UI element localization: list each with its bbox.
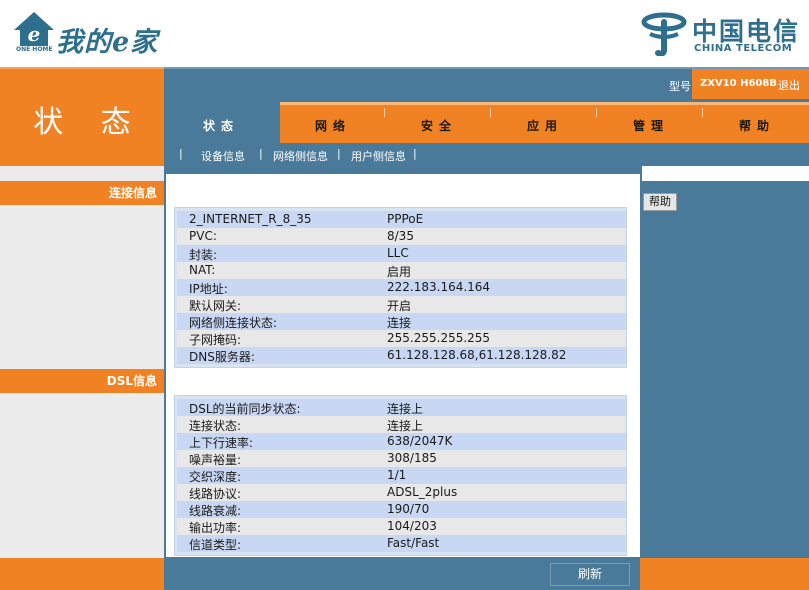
row-key: NAT: [189, 263, 216, 277]
subnav-device-info[interactable]: 设备信息 [201, 148, 245, 164]
subnav-network-side-info[interactable]: 网络侧信息 [273, 148, 328, 164]
row-key: 2_INTERNET_R_8_35 [189, 212, 312, 226]
row-key: 封装: [189, 248, 218, 262]
row-value: 连接上 [387, 402, 424, 416]
row-key: 上下行速率: [189, 436, 254, 450]
row-value: 222.183.164.164 [387, 280, 491, 294]
subnav-user-side-info[interactable]: 用户侧信息 [351, 148, 406, 164]
row-value: 104/203 [387, 519, 437, 533]
connection-info-table: 2_INTERNET_R_8_35 PPPoE PVC: 8/35 封装: LLC N… [174, 207, 627, 368]
row-key: DSL的当前同步状态: [189, 402, 301, 416]
row-key: 噪声裕量: [189, 453, 242, 467]
tab-divider [596, 108, 597, 117]
row-value: 61.128.128.68,61.128.128.82 [387, 348, 567, 362]
row-key: 输出功率: [189, 521, 242, 535]
table-row: DNS服务器: 61.128.128.68,61.128.128.82 [177, 347, 626, 364]
table-row: 2_INTERNET_R_8_35 PPPoE [177, 211, 626, 228]
help-panel [642, 181, 809, 558]
table-row: 封装: LLC [177, 245, 626, 262]
model-label: 型号 [669, 80, 691, 93]
table-row: 输出功率: 104/203 [177, 518, 626, 535]
row-value: 190/70 [387, 502, 430, 516]
footer-left [0, 558, 164, 590]
subnav-divider: | [179, 147, 183, 160]
house-logo-icon: e [14, 12, 54, 46]
tab-network[interactable]: 网络 [315, 117, 351, 134]
table-row: 上下行速率: 638/2047K [177, 433, 626, 450]
svg-text:e: e [28, 22, 41, 46]
row-value: 255.255.255.255 [387, 331, 491, 345]
tab-status[interactable]: 状态 [203, 117, 239, 134]
row-value: LLC [387, 246, 409, 260]
help-button[interactable]: 帮助 [643, 193, 677, 211]
page-title: 状 态 [33, 105, 145, 140]
section-label-connection: 连接信息 [0, 181, 164, 205]
section-label-dsl: DSL信息 [0, 369, 164, 393]
subnav-divider: | [337, 147, 341, 160]
subnav-divider: | [413, 147, 417, 160]
row-key: 信道类型: [189, 538, 242, 552]
row-value: ADSL_2plus [387, 485, 458, 499]
row-key: PVC: [189, 229, 217, 243]
brand-title: 我的e家 [56, 27, 159, 58]
main-nav: 状态 网络 安全 应用 管理 帮助 [164, 99, 809, 143]
tab-help[interactable]: 帮助 [739, 117, 775, 134]
telecom-logo-icon [641, 12, 687, 56]
tab-divider [702, 108, 703, 117]
tab-divider [490, 108, 491, 117]
row-key: 线路衰减: [189, 504, 242, 518]
row-value: PPPoE [387, 212, 424, 226]
tab-divider [384, 108, 385, 117]
tab-security[interactable]: 安全 [421, 117, 457, 134]
table-row: 子网掩码: 255.255.255.255 [177, 330, 626, 347]
row-value: 连接 [387, 316, 412, 330]
footer-right [640, 558, 809, 590]
table-row: PVC: 8/35 [177, 228, 626, 245]
carrier-logo: 中国电信 CHINA TELECOM [640, 10, 800, 58]
dsl-info-table: DSL的当前同步状态: 连接上 连接状态: 连接上 上下行速率: 638/2047K … [174, 395, 627, 556]
sub-nav: | 设备信息 | 网络侧信息 | 用户侧信息 | [164, 143, 809, 166]
logout-link[interactable]: 退出 [778, 77, 800, 93]
row-key: 默认网关: [189, 299, 242, 313]
row-key: 网络侧连接状态: [189, 316, 278, 330]
table-row: 连接状态: 连接上 [177, 416, 626, 433]
row-key: 连接状态: [189, 419, 242, 433]
row-key: 子网掩码: [189, 333, 242, 347]
top-bar: 型号 ZXV10 H608B 退出 [164, 67, 809, 99]
page-title-panel: 状 态 [0, 67, 164, 166]
row-value: 8/35 [387, 229, 414, 243]
table-row: 线路协议: ADSL_2plus [177, 484, 626, 501]
table-row: 噪声裕量: 308/185 [177, 450, 626, 467]
left-sidebar: 连接信息 DSL信息 [0, 166, 164, 558]
table-row: NAT: 启用 [177, 262, 626, 279]
row-value: 1/1 [387, 468, 407, 482]
row-value: 连接上 [387, 419, 424, 433]
table-row: 交织深度: 1/1 [177, 467, 626, 484]
row-key: 线路协议: [189, 487, 242, 501]
home-logo: e 我的e家 ONE HOME [12, 10, 187, 58]
subnav-divider: | [259, 147, 263, 160]
row-value: Fast/Fast [387, 536, 440, 550]
table-row: 信道类型: Fast/Fast [177, 535, 626, 552]
carrier-name-en: CHINA TELECOM [694, 43, 793, 54]
row-value: 638/2047K [387, 434, 453, 448]
row-key: DNS服务器: [189, 350, 255, 364]
row-key: 交织深度: [189, 470, 242, 484]
refresh-button[interactable]: 刷新 [550, 563, 630, 586]
table-row: 网络侧连接状态: 连接 [177, 313, 626, 330]
table-row: 默认网关: 开启 [177, 296, 626, 313]
tab-application[interactable]: 应用 [527, 117, 563, 134]
row-value: 开启 [387, 299, 412, 313]
row-value: 启用 [387, 265, 412, 279]
brand-subtitle: ONE HOME [16, 46, 53, 53]
table-row: IP地址: 222.183.164.164 [177, 279, 626, 296]
table-row: DSL的当前同步状态: 连接上 [177, 399, 626, 416]
table-row: 线路衰减: 190/70 [177, 501, 626, 518]
tab-management[interactable]: 管理 [633, 117, 669, 134]
row-value: 308/185 [387, 451, 437, 465]
row-key: IP地址: [189, 282, 228, 296]
model-value: ZXV10 H608B [700, 78, 777, 89]
header: e 我的e家 ONE HOME 中国电信 CHINA TELECOM [0, 0, 809, 67]
